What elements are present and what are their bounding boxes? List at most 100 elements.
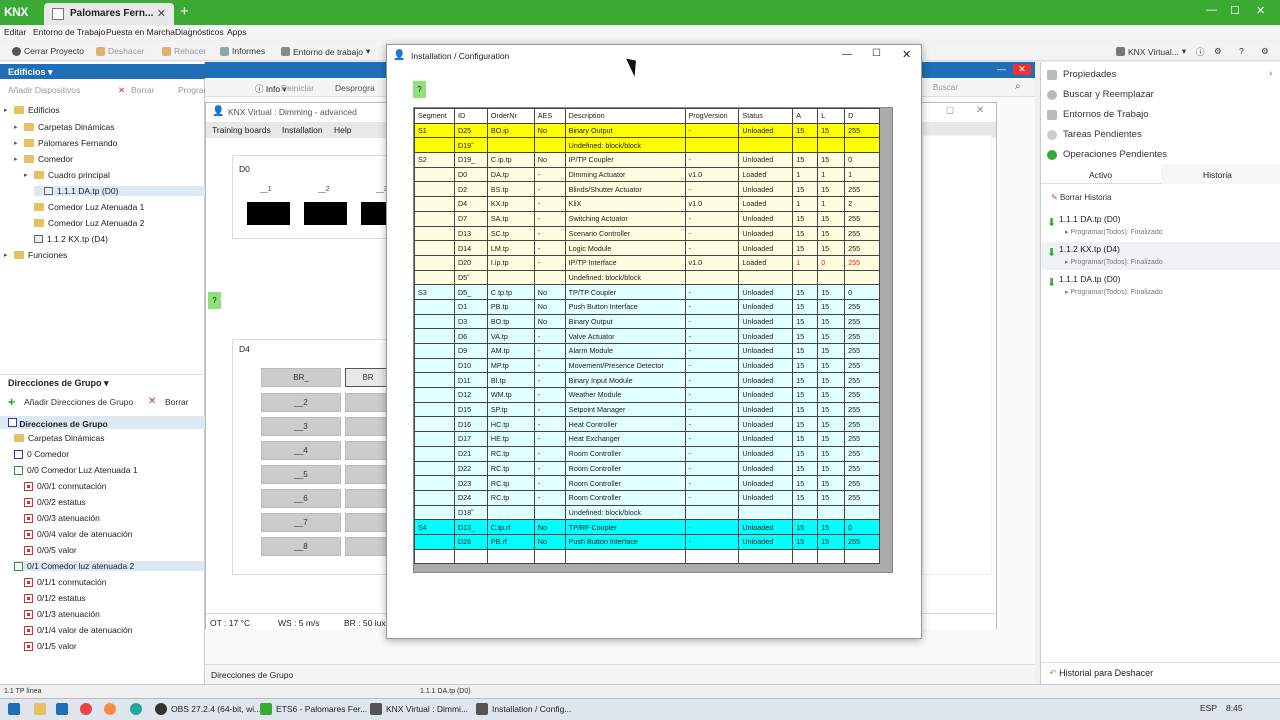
panel-minimize-icon[interactable]: — [997, 64, 1006, 74]
menu-workspace[interactable]: Entorno de Trabajo [33, 27, 105, 37]
group-address-item[interactable]: Carpetas Dinámicas [14, 433, 105, 443]
virtual-close-icon[interactable]: ✕ [976, 105, 984, 116]
expand-icon[interactable]: ▸ [4, 251, 10, 259]
table-row[interactable]: D9 AM.tp - Alarm Module - Unloaded 15 15 255 [414, 343, 880, 359]
start-icon[interactable] [8, 703, 20, 715]
group-address-header[interactable]: Direcciones de Grupo ▾ [0, 374, 205, 389]
key-3[interactable]: __3 [261, 417, 341, 436]
delete-ga-icon[interactable]: ✕ [148, 396, 156, 407]
table-row[interactable] [414, 548, 880, 565]
taskbar-obs[interactable]: OBS 27.2.4 (64-bit, wi... [155, 703, 261, 715]
group-address-item[interactable]: 0/1/4 valor de atenuación [24, 625, 132, 635]
workspaces-item[interactable]: Entornos de Trabajo [1047, 109, 1149, 120]
table-row[interactable]: D11 BI.tp - Binary Input Module - Unloaded 15 1… [414, 372, 880, 389]
menu-diagnostics[interactable]: Diagnósticos [175, 27, 224, 37]
tree-item[interactable]: Comedor Luz Atenuada 2 [24, 218, 144, 228]
settings-icon[interactable]: ⚙ [1214, 46, 1222, 57]
col-l[interactable]: L [817, 108, 846, 124]
delete-icon[interactable]: ✕ [118, 85, 125, 96]
table-row[interactable]: D21 RC.tp - Room Controller - Unloaded 15 15 255 [414, 445, 880, 462]
ga-section-header[interactable]: Direcciones de Grupo [0, 416, 205, 429]
workspace-button[interactable]: Entorno de trabajo ▾ [281, 46, 370, 57]
group-address-item[interactable]: 0/1/5 valor [24, 641, 77, 651]
clock[interactable]: 8:45 [1226, 703, 1243, 713]
table-row[interactable]: D19˜ Undefined: block/block [414, 137, 880, 154]
key-2b[interactable] [345, 393, 391, 412]
close-tab-icon[interactable]: ✕ [157, 7, 166, 20]
explorer-icon[interactable] [34, 703, 46, 715]
table-row[interactable]: D12 WM.tp - Weather Module - Unloaded 15 15 255 [414, 387, 880, 403]
col-description[interactable]: Description [564, 108, 686, 124]
col-id[interactable]: ID [453, 108, 488, 124]
table-row[interactable]: D7 SA.tp - Switching Actuator - Unloaded 15 15 2… [414, 210, 880, 227]
new-tab-button[interactable]: + [180, 3, 189, 20]
tree-item[interactable]: ▸ Palomares Fernando [14, 138, 117, 148]
key-5b[interactable] [345, 465, 391, 484]
key-3b[interactable] [345, 417, 391, 436]
minimize-button[interactable]: — [1206, 4, 1217, 16]
key-4b[interactable] [345, 441, 391, 460]
table-row[interactable]: D16 HC.tp - Heat Controller - Unloaded 15 15 255 [414, 416, 880, 433]
menu-help[interactable]: Help [334, 125, 351, 135]
table-row[interactable]: S3 D5_ C.tp.tp No TP/TP Coupler - Unloaded 15 15… [414, 284, 880, 300]
group-address-item[interactable]: 0/1/1 conmutación [24, 577, 106, 587]
tab-group-addresses[interactable]: Direcciones de Grupo [211, 670, 293, 680]
table-row[interactable]: D2 BS.tp - Blinds/Shutter Actuator - Unloaded… [414, 181, 880, 198]
table-row[interactable]: D15 SP.tp - Setpoint Manager - Unloaded 15 15 25… [414, 401, 880, 418]
group-address-item[interactable]: 0/0/4 valor de atenuación [24, 529, 132, 539]
taskbar-ets6[interactable]: ETS6 - Palomares Fer... [260, 703, 367, 715]
key-6[interactable]: __6 [261, 489, 341, 508]
col-a[interactable]: A [792, 108, 819, 124]
key-4[interactable]: __4 [261, 441, 341, 460]
table-row[interactable]: D17 HE.tp - Heat Exchanger - Unloaded 15 15 255 [414, 431, 880, 447]
virtual-maximize-icon[interactable]: ☐ [946, 106, 954, 117]
redo-button[interactable]: Rehacer [162, 46, 206, 56]
maximize-button[interactable]: ☐ [1230, 4, 1240, 17]
key-6b[interactable] [345, 489, 391, 508]
reset-button[interactable]: Reiniciar [281, 83, 314, 93]
reports-button[interactable]: Informes [220, 46, 265, 56]
key-7b[interactable] [345, 513, 391, 532]
col-ordernr[interactable]: OrderNr [486, 108, 535, 124]
outlook-icon[interactable] [56, 703, 68, 715]
table-row[interactable]: D26 PB.rf No Push Button Interface - Unloaded… [414, 533, 880, 550]
menu-apps[interactable]: Apps [227, 27, 246, 37]
panel-close-icon[interactable]: ✕ [1013, 64, 1031, 75]
group-address-item[interactable]: 0/1 Comedor luz atenuada 2 [14, 561, 204, 571]
search-input[interactable]: Buscar [933, 83, 958, 92]
unload-button[interactable]: Desprogra [335, 83, 375, 93]
add-group-address-button[interactable]: Añadir Direcciones de Grupo [24, 397, 133, 407]
expand-icon[interactable]: ▸ [4, 106, 10, 114]
group-address-item[interactable]: 0/0/3 atenuación [24, 513, 100, 523]
history-entry[interactable]: ⬇ 1.1.1 DA.tp (D0) ▸ Programar(Todos): Fin… [1041, 212, 1280, 240]
col-d[interactable]: D [844, 108, 880, 124]
close-button[interactable]: ✕ [1256, 4, 1265, 17]
table-row[interactable]: S2 D19_ C.ip.tp No IP/TP Coupler - Unloaded 15 1… [414, 152, 880, 168]
key-8b[interactable] [345, 537, 391, 556]
table-row[interactable]: S1 D25 BO.ip No Binary Output - Unloaded 15 15 25… [414, 122, 880, 139]
expand-icon[interactable]: ▸ [14, 139, 20, 147]
taskbar-installation[interactable]: Installation / Config... [476, 703, 571, 715]
menu-commissioning[interactable]: Puesta en Marcha [106, 27, 175, 37]
language-indicator[interactable]: ESP [1200, 703, 1217, 713]
delete-button[interactable]: Borrar [131, 85, 155, 95]
dialog-help-marker[interactable]: ? [413, 81, 426, 98]
expand-icon[interactable]: ▸ [14, 155, 20, 163]
dialog-maximize-button[interactable]: ☐ [872, 48, 881, 59]
history-entry[interactable]: ⬇ 1.1.1 DA.tp (D0) ▸ Programar(Todos): Fin… [1041, 272, 1280, 300]
table-row[interactable]: D1 PB.tp No Push Button Interface - Unloaded 1… [414, 298, 880, 315]
edge-icon[interactable] [130, 703, 142, 715]
undo-button[interactable]: Deshacer [96, 46, 144, 56]
table-row[interactable]: S4 D13_ C.tp.rf No TP/RF Coupler - Unloaded 15 1… [414, 519, 880, 535]
key-2[interactable]: __2 [261, 393, 341, 412]
tree-item[interactable]: ▸ Edificios [4, 105, 60, 115]
table-row[interactable]: D22 RC.tp - Room Controller - Unloaded 15 15 255 [414, 460, 880, 477]
pending-tasks-item[interactable]: Tareas Pendientes [1047, 129, 1142, 140]
table-row[interactable]: D23 RC.tp - Room Controller - Unloaded 15 15 255 [414, 475, 880, 491]
history-entry[interactable]: ⬇ 1.1.2 KX.tp (D4) ▸ Programar(Todos): Fin… [1041, 242, 1280, 270]
search-icon[interactable]: ⌕ [1015, 81, 1021, 92]
dialog-minimize-button[interactable]: — [842, 49, 852, 60]
table-row[interactable]: D20 I.ip.tp - IP/TP Interface v1.0 Loaded 1 0 25… [414, 254, 880, 271]
close-project-button[interactable]: Cerrar Proyecto [12, 46, 84, 56]
tree-item[interactable]: 1.1.1 DA.tp (D0) [34, 186, 214, 196]
